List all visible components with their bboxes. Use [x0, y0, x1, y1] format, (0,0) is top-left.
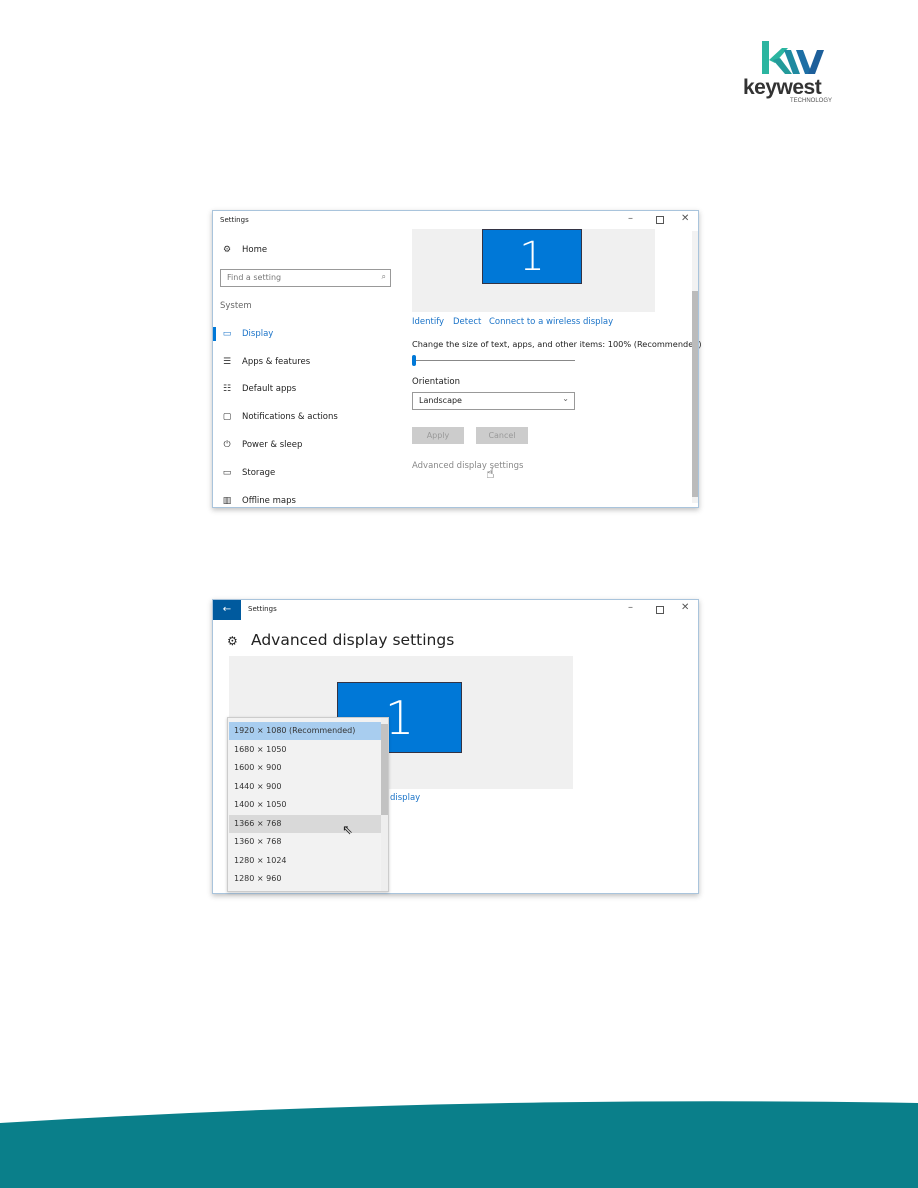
- monitor-icon: ▭: [222, 329, 232, 339]
- logo-subtext: TECHNOLOGY: [790, 98, 833, 104]
- back-arrow-icon: ←: [222, 604, 232, 615]
- resolution-option[interactable]: 1440 × 900: [229, 778, 381, 796]
- wireless-display-link[interactable]: display: [390, 793, 420, 803]
- power-icon: ⏻: [223, 440, 231, 450]
- list-scrollbar[interactable]: [381, 718, 388, 891]
- home-label: Home: [242, 245, 268, 255]
- settings-window-display: Settings – ✕ ⚙ Home Find a setting ⌕ Syste…: [212, 210, 702, 508]
- default-apps-icon: ☷: [222, 384, 232, 394]
- sidebar-home[interactable]: ⚙ Home: [221, 245, 267, 255]
- scrollbar-thumb[interactable]: [381, 724, 388, 815]
- nav-label: Display: [242, 329, 274, 339]
- map-icon: ▥: [222, 496, 232, 506]
- sidebar-item-display[interactable]: ▭ Display: [221, 329, 274, 339]
- sidebar-item-apps[interactable]: ☰ Apps & features: [221, 357, 310, 367]
- kw-logo-mark: [762, 41, 824, 74]
- advanced-display-settings-link[interactable]: Advanced display settings: [412, 461, 523, 471]
- monitor-number: 1: [384, 690, 415, 745]
- nav-label: Storage: [242, 468, 276, 478]
- chevron-down-icon: ⌄: [562, 394, 569, 403]
- nav-label: Notifications & actions: [242, 412, 338, 422]
- resolution-option[interactable]: 1600 × 900: [229, 759, 381, 777]
- resolution-option[interactable]: 1280 × 1024: [229, 852, 381, 870]
- monitor-number: 1: [519, 233, 545, 280]
- gear-icon: ⚙: [227, 634, 238, 648]
- storage-icon: ▭: [222, 468, 232, 478]
- minimize-button[interactable]: –: [628, 602, 633, 613]
- sidebar-item-storage[interactable]: ▭ Storage: [221, 468, 276, 478]
- active-indicator: [213, 327, 216, 341]
- maximize-button[interactable]: [656, 606, 664, 614]
- orientation-dropdown[interactable]: Landscape ⌄: [412, 392, 575, 410]
- apply-button[interactable]: Apply: [412, 427, 464, 444]
- resolution-option[interactable]: 1360 × 768: [229, 833, 381, 851]
- scale-label: Change the size of text, apps, and other…: [412, 339, 702, 349]
- resolution-option[interactable]: 1680 × 1050: [229, 741, 381, 759]
- identify-link[interactable]: Identify: [412, 317, 444, 327]
- search-input[interactable]: Find a setting ⌕: [220, 269, 391, 287]
- minimize-button[interactable]: –: [628, 213, 633, 224]
- back-button[interactable]: ←: [213, 600, 241, 620]
- orientation-label: Orientation: [412, 377, 460, 387]
- detect-link[interactable]: Detect: [453, 317, 481, 327]
- resolution-option[interactable]: 1920 × 1080 (Recommended): [229, 722, 381, 740]
- resolution-dropdown-list[interactable]: 1920 × 1080 (Recommended) 1680 × 1050 1600…: [227, 717, 389, 892]
- scrollbar-thumb[interactable]: [692, 291, 698, 497]
- close-button[interactable]: ✕: [681, 213, 689, 224]
- nav-label: Apps & features: [242, 357, 311, 367]
- scale-slider[interactable]: [412, 360, 575, 361]
- monitor-1[interactable]: 1: [482, 229, 582, 284]
- wireless-display-link[interactable]: Connect to a wireless display: [489, 317, 613, 327]
- logo-text: keywest: [743, 76, 822, 99]
- nav-label: Power & sleep: [242, 440, 303, 450]
- display-arrangement: 1: [412, 229, 655, 312]
- footer-band: [0, 1101, 918, 1188]
- window-title: Settings: [220, 216, 249, 224]
- search-placeholder: Find a setting: [227, 273, 282, 282]
- cancel-button[interactable]: Cancel: [476, 427, 528, 444]
- list-icon: ☰: [222, 357, 232, 367]
- orientation-value: Landscape: [419, 396, 462, 405]
- maximize-button[interactable]: [656, 216, 664, 224]
- resolution-option[interactable]: 1400 × 1050: [229, 796, 381, 814]
- page-title: Advanced display settings: [251, 631, 455, 649]
- arrow-cursor-icon: ⇖: [342, 823, 353, 838]
- sidebar-item-power[interactable]: ⏻ Power & sleep: [221, 440, 302, 450]
- resolution-option[interactable]: 1366 × 768: [229, 814, 381, 833]
- nav-label: Offline maps: [242, 496, 296, 506]
- search-icon: ⌕: [381, 272, 386, 281]
- notification-icon: ▢: [222, 412, 232, 422]
- nav-label: Default apps: [242, 384, 297, 394]
- sidebar-item-notifications[interactable]: ▢ Notifications & actions: [221, 412, 338, 422]
- sidebar-item-default-apps[interactable]: ☷ Default apps: [221, 384, 296, 394]
- sidebar-item-offline-maps[interactable]: ▥ Offline maps: [221, 496, 296, 506]
- hand-cursor-icon: ☝: [486, 466, 495, 482]
- keywest-logo: keywest TECHNOLOGY: [740, 38, 840, 108]
- resolution-option[interactable]: 1280 × 960: [229, 870, 381, 888]
- close-button[interactable]: ✕: [681, 602, 689, 613]
- slider-thumb[interactable]: [412, 355, 416, 366]
- window-title: Settings: [248, 605, 277, 613]
- gear-icon: ⚙: [222, 245, 232, 255]
- settings-window-advanced: ← Settings – ✕ ⚙ Advanced display settin…: [212, 599, 699, 894]
- scrollbar[interactable]: [692, 231, 698, 503]
- section-label: System: [220, 301, 252, 311]
